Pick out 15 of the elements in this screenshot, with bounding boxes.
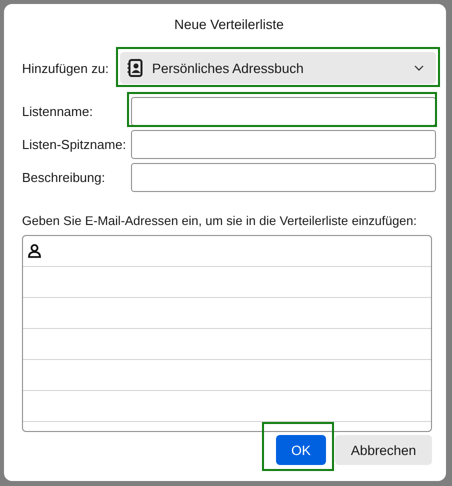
address-book-icon bbox=[127, 59, 143, 77]
field-label: Beschreibung: bbox=[22, 170, 106, 185]
field-label: Listen-Spitzname: bbox=[22, 137, 128, 152]
field-label: Listenname: bbox=[22, 104, 94, 119]
addressbook-dropdown[interactable]: Persönliches Adressbuch bbox=[120, 52, 436, 84]
person-icon bbox=[28, 244, 41, 258]
address-list-label: Geben Sie E-Mail-Adressen ein, um sie in die Verteilerliste einzufügen: bbox=[22, 214, 418, 228]
text-field[interactable] bbox=[131, 130, 436, 159]
dialog-button[interactable]: OK bbox=[276, 435, 326, 465]
dialog-title: Neue Verteilerliste bbox=[173, 16, 285, 32]
dialog-button[interactable]: Abbrechen bbox=[335, 435, 432, 465]
field-label: Hinzufügen zu: bbox=[22, 60, 110, 76]
chevron-down-icon bbox=[414, 65, 424, 71]
text-field[interactable] bbox=[131, 97, 436, 126]
text-field[interactable] bbox=[131, 163, 436, 192]
